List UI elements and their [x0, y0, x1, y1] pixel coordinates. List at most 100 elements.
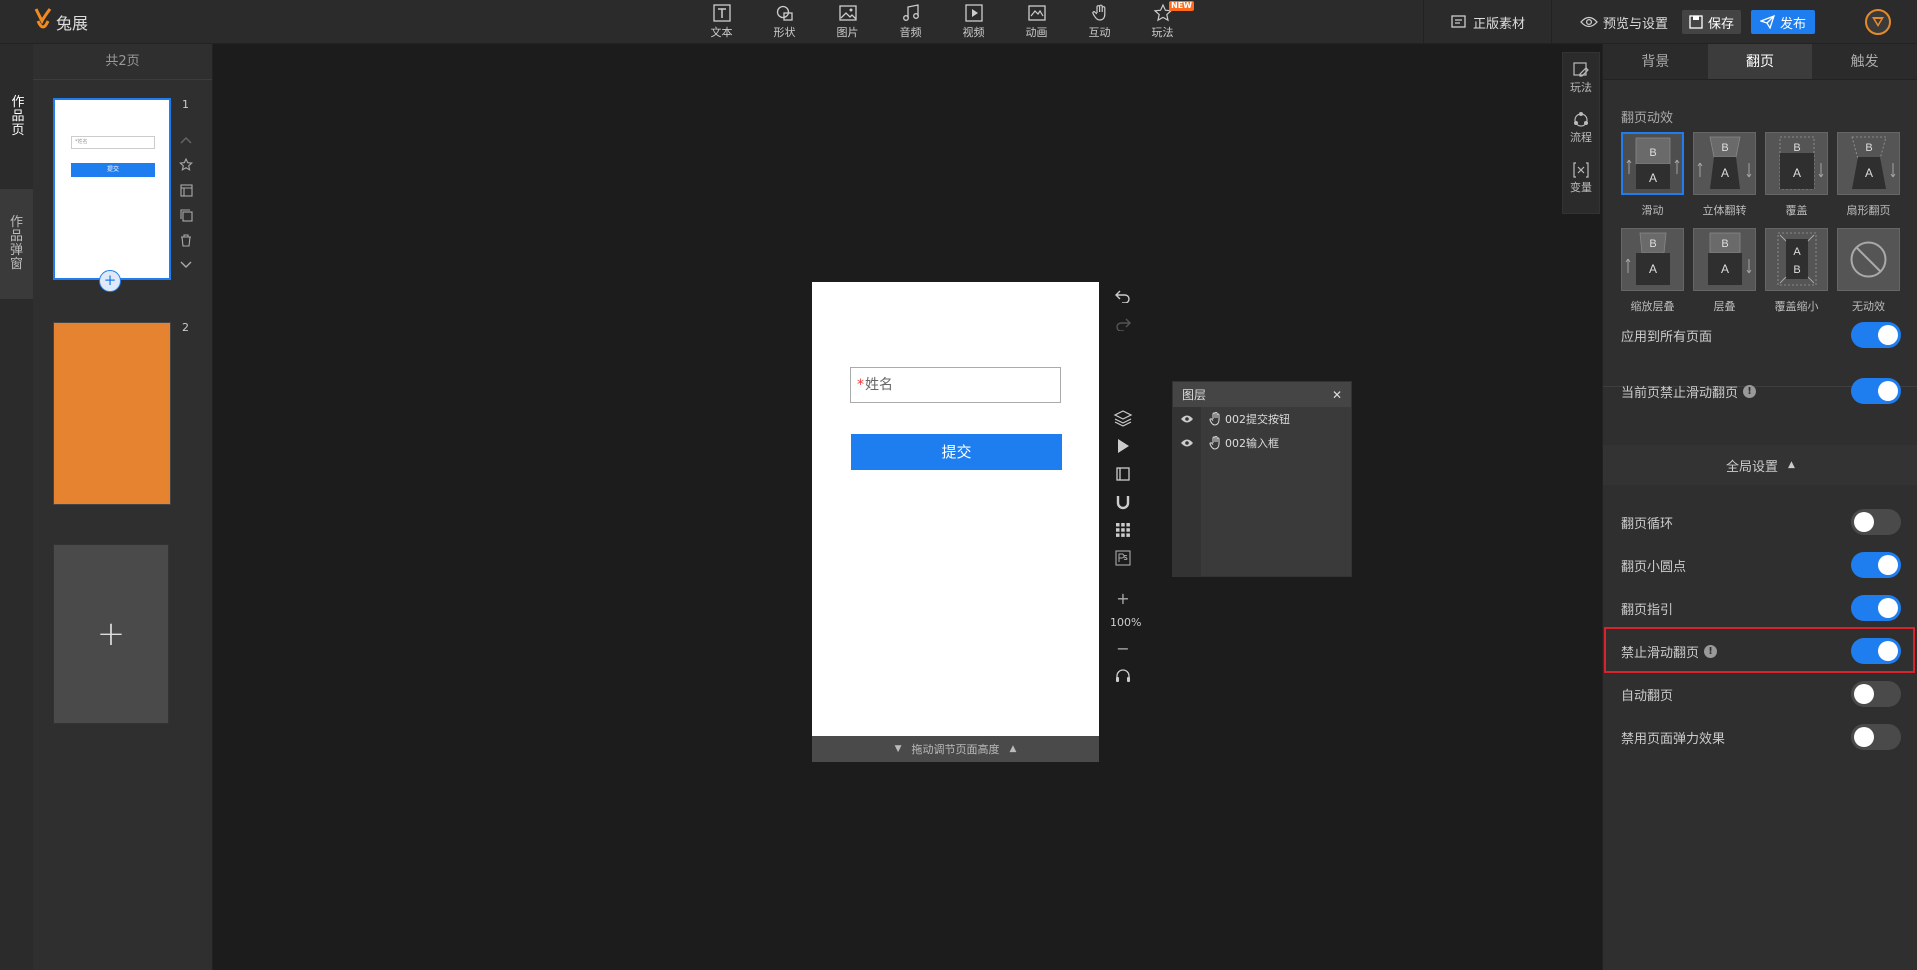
page-canvas[interactable]: *姓名 提交 [812, 282, 1099, 736]
global-settings-header[interactable]: 全局设置 ▲ [1603, 445, 1917, 485]
effect-letter-b: B [1649, 238, 1656, 250]
tab-page-turn[interactable]: 翻页 [1707, 44, 1813, 79]
tool-video[interactable]: 视频 [942, 0, 1005, 44]
page-tools [176, 132, 196, 282]
material-button[interactable]: 正版素材 [1450, 13, 1525, 32]
effect-3d-flip[interactable]: B A 立体翻转 [1693, 132, 1756, 218]
top-bar: 兔展 文本 形状 图片 音频 视频 动画 互动 NEW 玩法 正版素材 预览与设… [0, 0, 1917, 44]
save-button[interactable]: 保存 [1681, 10, 1741, 34]
page-height-resize-handle[interactable]: ▼ 拖动调节页面高度 ▲ [812, 736, 1099, 762]
effect-letter-a: A [1649, 171, 1657, 185]
layers-close-button[interactable]: ✕ [1332, 388, 1342, 402]
stack-effect-icon: B A [1693, 228, 1756, 291]
eye-icon[interactable] [1173, 438, 1201, 448]
tool-label: 动画 [1025, 26, 1048, 39]
effect-letter-b: B [1721, 142, 1728, 154]
copy-icon[interactable] [178, 207, 194, 223]
tool-text[interactable]: 文本 [690, 0, 753, 44]
zoom-in-button[interactable]: + [1110, 584, 1136, 612]
layer-item[interactable]: 002输入框 [1173, 431, 1351, 455]
strip-play[interactable]: 玩法 [1563, 53, 1599, 103]
text-icon [712, 4, 731, 22]
divider [1422, 0, 1424, 44]
page-thumbnail-1[interactable]: *姓名 提交 [53, 98, 171, 280]
tool-interact[interactable]: 互动 [1068, 0, 1131, 44]
toggle-page-guide[interactable] [1851, 595, 1901, 621]
toggle-disable-bounce[interactable] [1851, 724, 1901, 750]
layer-name: 002提交按钮 [1225, 413, 1290, 426]
toggle-disable-swipe[interactable] [1851, 638, 1901, 664]
resize-label: 拖动调节页面高度 [911, 743, 1000, 756]
tab-background[interactable]: 背景 [1603, 44, 1708, 79]
effect-letter-b: B [1793, 264, 1800, 276]
eye-icon [1580, 16, 1598, 28]
move-up-icon[interactable] [178, 132, 194, 148]
play-icon[interactable] [1110, 432, 1136, 460]
effect-letter-a: A [1793, 246, 1801, 258]
zoom-out-button[interactable]: − [1110, 634, 1136, 662]
add-page-button[interactable]: + [53, 544, 169, 724]
trash-icon[interactable] [178, 232, 194, 248]
tool-audio[interactable]: 音频 [879, 0, 942, 44]
effect-stack[interactable]: B A 层叠 [1693, 228, 1756, 314]
tab-works-popup[interactable]: 作品弹窗 [0, 189, 33, 299]
layers-header: 图层 ✕ [1173, 382, 1351, 407]
setting-label: 应用到所有页面 [1621, 329, 1713, 345]
layer-item[interactable]: 002提交按钮 [1173, 407, 1351, 431]
tab-works-page[interactable]: 作品页 [0, 44, 33, 189]
effect-slide[interactable]: B A 滑动 [1621, 132, 1684, 218]
insert-page-button[interactable]: + [99, 270, 121, 292]
avatar[interactable] [1865, 9, 1891, 35]
toggle-page-dots[interactable] [1851, 552, 1901, 578]
info-icon[interactable]: ! [1743, 384, 1757, 398]
tool-image[interactable]: 图片 [816, 0, 879, 44]
undo-icon[interactable] [1110, 282, 1136, 310]
name-input[interactable]: *姓名 [850, 367, 1061, 403]
magnet-icon[interactable] [1110, 488, 1136, 516]
page-thumbnail-2[interactable] [53, 322, 171, 505]
setting-label: 翻页指引 [1621, 602, 1674, 618]
grid-icon[interactable] [1110, 516, 1136, 544]
preview-button[interactable]: 预览与设置 [1580, 13, 1668, 32]
page-turn-effects: B A 滑动 B A 立体翻转 B A 覆盖 B A 扇形翻页 B A 缩放层叠… [1621, 132, 1911, 314]
tool-animation[interactable]: 动画 [1005, 0, 1068, 44]
headset-icon[interactable] [1110, 662, 1136, 690]
template-icon[interactable] [178, 182, 194, 198]
effect-zoom-stack[interactable]: B A 缩放层叠 [1621, 228, 1684, 314]
strip-flow[interactable]: 流程 [1563, 103, 1599, 153]
publish-button[interactable]: 发布 [1750, 10, 1815, 34]
strip-label: 变量 [1570, 181, 1592, 194]
toggle-auto-turn[interactable] [1851, 681, 1901, 707]
tool-shape[interactable]: 形状 [753, 0, 816, 44]
settings-tabs: 背景 翻页 触发 [1603, 44, 1917, 80]
toggle-disable-current-swipe[interactable] [1851, 378, 1901, 404]
tab-trigger[interactable]: 触发 [1812, 44, 1917, 79]
eye-icon[interactable] [1173, 414, 1201, 424]
variable-icon [1573, 162, 1589, 178]
redo-icon[interactable] [1110, 310, 1136, 338]
effect-letter-b: B [1793, 142, 1800, 154]
strip-variable[interactable]: 变量 [1563, 153, 1599, 203]
tool-play[interactable]: NEW 玩法 [1131, 0, 1194, 44]
info-icon[interactable]: ! [1704, 644, 1718, 658]
toggle-apply-all[interactable] [1851, 322, 1901, 348]
toggle-page-loop[interactable] [1851, 509, 1901, 535]
frame-icon[interactable] [1110, 460, 1136, 488]
layers-panel: 图层 ✕ 002提交按钮 002输入框 [1172, 381, 1352, 577]
move-down-icon[interactable] [178, 257, 194, 273]
effect-cover[interactable]: B A 覆盖 [1765, 132, 1828, 218]
setting-label-wrap: 禁止滑动翻页 ! [1621, 642, 1718, 661]
psd-import-icon[interactable] [1110, 544, 1136, 572]
layers-icon[interactable] [1110, 404, 1136, 432]
zoom-stack-effect-icon: B A [1621, 228, 1684, 291]
setting-label: 自动翻页 [1621, 688, 1674, 704]
hand-icon [1091, 4, 1105, 21]
favorite-star-icon[interactable] [178, 157, 194, 173]
effect-fan[interactable]: B A 扇形翻页 [1837, 132, 1900, 218]
logo[interactable]: 兔展 [30, 4, 88, 40]
submit-button[interactable]: 提交 [851, 434, 1062, 470]
effect-none[interactable]: 无动效 [1837, 228, 1900, 314]
required-mark: * [857, 377, 864, 393]
video-icon [964, 4, 983, 22]
effect-cover-shrink[interactable]: A B 覆盖缩小 [1765, 228, 1828, 314]
